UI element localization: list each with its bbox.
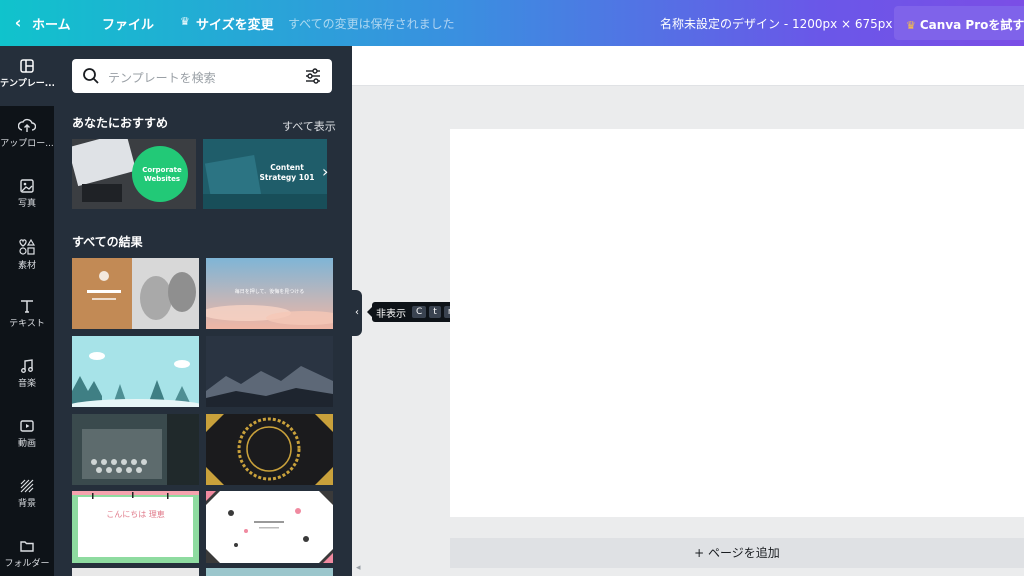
file-menu[interactable]: ファイル — [102, 14, 154, 33]
collapse-panel-handle[interactable]: ‹ — [352, 290, 362, 336]
folder-icon — [20, 541, 34, 552]
add-page-button[interactable]: + ページを追加 — [450, 538, 1024, 568]
rail-item-video[interactable]: 動画 — [0, 406, 54, 466]
template-thumb[interactable]: こんにちは 理恵 — [72, 491, 199, 563]
template-thumb[interactable] — [72, 258, 199, 329]
template-thumb-image — [206, 491, 333, 563]
template-thumb-image — [72, 336, 199, 407]
template-thumb[interactable]: Content Strategy 101 — [203, 139, 327, 209]
rail-label: 写真 — [17, 199, 36, 209]
template-icon — [20, 59, 34, 73]
template-thumb[interactable] — [206, 414, 333, 485]
rail-label: アップロー... — [0, 139, 54, 149]
rail-item-templates[interactable]: テンプレー... — [0, 46, 54, 106]
upload-icon — [18, 118, 36, 132]
rail-item-folder[interactable]: フォルダー — [0, 526, 54, 576]
rail-item-text[interactable]: テキスト — [0, 286, 54, 346]
editor-toolbar-strip — [352, 46, 1024, 86]
rail-item-photos[interactable]: 写真 — [0, 166, 54, 226]
template-thumb-text: Content Strategy 101 — [259, 163, 315, 182]
template-thumb-text: 毎日を押して、後悔を見つける — [234, 289, 305, 295]
rail-item-background[interactable]: 背景 — [0, 466, 54, 526]
template-search-box[interactable]: テンプレートを検索 — [72, 59, 332, 93]
design-page[interactable] — [450, 129, 1024, 517]
template-thumb[interactable] — [206, 336, 333, 407]
resize-button[interactable]: サイズを変更 — [196, 14, 274, 33]
see-all-link[interactable]: すべて表示 — [282, 118, 336, 134]
template-thumb-image — [72, 491, 199, 563]
rail-label: 動画 — [17, 439, 36, 449]
home-button[interactable]: ホーム — [32, 14, 71, 33]
template-thumb[interactable]: 毎日を押して、後悔を見つける — [206, 258, 333, 329]
template-thumb-text: Corporate Websites — [142, 166, 182, 183]
rail-label: 背景 — [17, 499, 36, 509]
save-status: すべての変更は保存されました — [288, 17, 455, 31]
template-thumb-image — [206, 414, 333, 485]
search-input[interactable]: テンプレートを検索 — [108, 69, 216, 86]
rail-label: 素材 — [17, 261, 36, 271]
shortcut-key: C — [412, 306, 427, 318]
top-bar: ‹ ホーム ファイル ♛ サイズを変更 すべての変更は保存されました 名称未設定… — [0, 0, 1024, 46]
shortcut-key: t — [429, 306, 441, 318]
photo-icon — [20, 179, 34, 193]
template-thumb[interactable]: Corporate Websites — [72, 139, 196, 209]
tooltip-label: 非表示 — [376, 308, 406, 320]
template-thumb[interactable] — [206, 568, 333, 576]
filter-icon[interactable] — [304, 67, 322, 85]
document-title[interactable]: 名称未設定のデザイン - 1200px × 675px — [660, 15, 893, 32]
side-rail: テンプレー... アップロー... 写真 素材 テキスト 音楽 動画 背景 フォ… — [0, 46, 54, 576]
template-thumb-image — [72, 414, 199, 485]
text-icon — [21, 300, 33, 313]
chevron-right-icon[interactable]: › — [322, 162, 328, 181]
rail-item-music[interactable]: 音楽 — [0, 346, 54, 406]
music-icon — [21, 359, 33, 373]
elements-icon — [19, 238, 36, 255]
template-thumb-text: こんにちは 理恵 — [106, 510, 165, 519]
try-pro-label: Canva Proを試す — [919, 18, 1024, 32]
rail-label: 音楽 — [17, 379, 36, 389]
chevron-left-icon[interactable]: ‹ — [8, 12, 28, 34]
background-icon — [20, 479, 34, 493]
template-thumb[interactable] — [72, 414, 199, 485]
crown-icon: ♛ — [180, 15, 190, 28]
rail-item-elements[interactable]: 素材 — [0, 226, 54, 286]
template-thumb[interactable] — [206, 491, 333, 563]
template-thumb-image — [72, 258, 199, 329]
rail-label: テキスト — [9, 319, 45, 329]
video-icon — [20, 420, 34, 432]
rail-label: フォルダー — [4, 559, 50, 569]
recommended-heading: あなたにおすすめ — [72, 116, 169, 130]
scroll-left-icon[interactable]: ◂ — [356, 563, 361, 573]
template-thumb[interactable] — [72, 568, 199, 576]
template-thumb[interactable] — [72, 336, 199, 407]
template-thumb-image — [206, 336, 333, 407]
all-results-heading: すべての結果 — [72, 235, 143, 249]
templates-panel: テンプレートを検索 あなたにおすすめ すべて表示 Corporate Websi… — [54, 46, 352, 576]
try-pro-button[interactable]: ♛ Canva Proを試す — [894, 6, 1024, 40]
search-icon — [83, 68, 99, 84]
rail-item-uploads[interactable]: アップロー... — [0, 106, 54, 166]
rail-label: テンプレー... — [0, 79, 54, 89]
crown-icon: ♛ — [906, 19, 916, 32]
